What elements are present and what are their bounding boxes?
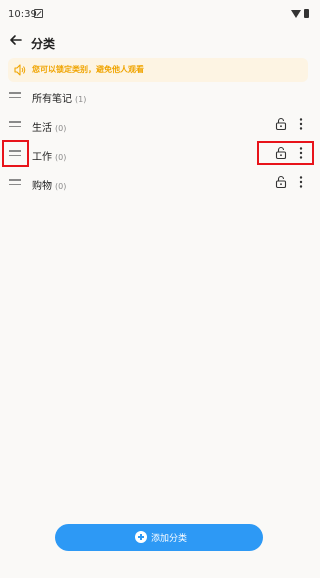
more-options-icon[interactable] — [296, 175, 306, 189]
lock-tip-text: 您可以锁定类别，避免他人观看 — [32, 65, 144, 74]
plus-circle-icon — [135, 531, 147, 543]
add-category-button[interactable]: 添加分类 — [55, 524, 263, 551]
status-time: 10:39 — [8, 9, 37, 20]
category-count: (0) — [55, 153, 67, 162]
drag-handle-icon[interactable] — [9, 92, 21, 98]
category-row-all-notes[interactable]: 所有笔记 (1) — [0, 82, 316, 111]
speaker-icon — [14, 64, 26, 76]
highlight-box-row-actions — [257, 141, 314, 165]
category-count: (0) — [55, 124, 67, 133]
wifi-icon — [291, 10, 301, 18]
category-name: 工作 — [32, 152, 52, 163]
app-bar: 分类 — [0, 28, 316, 56]
add-category-label: 添加分类 — [151, 534, 188, 544]
unlock-icon[interactable] — [274, 175, 288, 189]
category-name: 购物 — [32, 181, 52, 192]
edit-notification-icon — [34, 9, 43, 18]
drag-handle-icon[interactable] — [9, 121, 21, 127]
category-name: 所有笔记 — [32, 94, 72, 105]
category-row-shopping[interactable]: 购物 (0) — [0, 169, 316, 198]
lock-tip-banner: 您可以锁定类别，避免他人观看 — [8, 58, 308, 82]
category-count: (1) — [75, 95, 87, 104]
status-bar: 10:39 — [0, 0, 316, 28]
unlock-icon[interactable] — [274, 117, 288, 131]
battery-icon — [304, 9, 309, 18]
drag-handle-icon[interactable] — [9, 179, 21, 185]
page-title: 分类 — [31, 37, 56, 51]
category-name: 生活 — [32, 123, 52, 134]
category-row-life[interactable]: 生活 (0) — [0, 111, 316, 140]
more-options-icon[interactable] — [296, 117, 306, 131]
back-arrow-icon[interactable] — [6, 30, 26, 50]
category-count: (0) — [55, 182, 67, 191]
highlight-box-drag-handle — [2, 140, 29, 167]
